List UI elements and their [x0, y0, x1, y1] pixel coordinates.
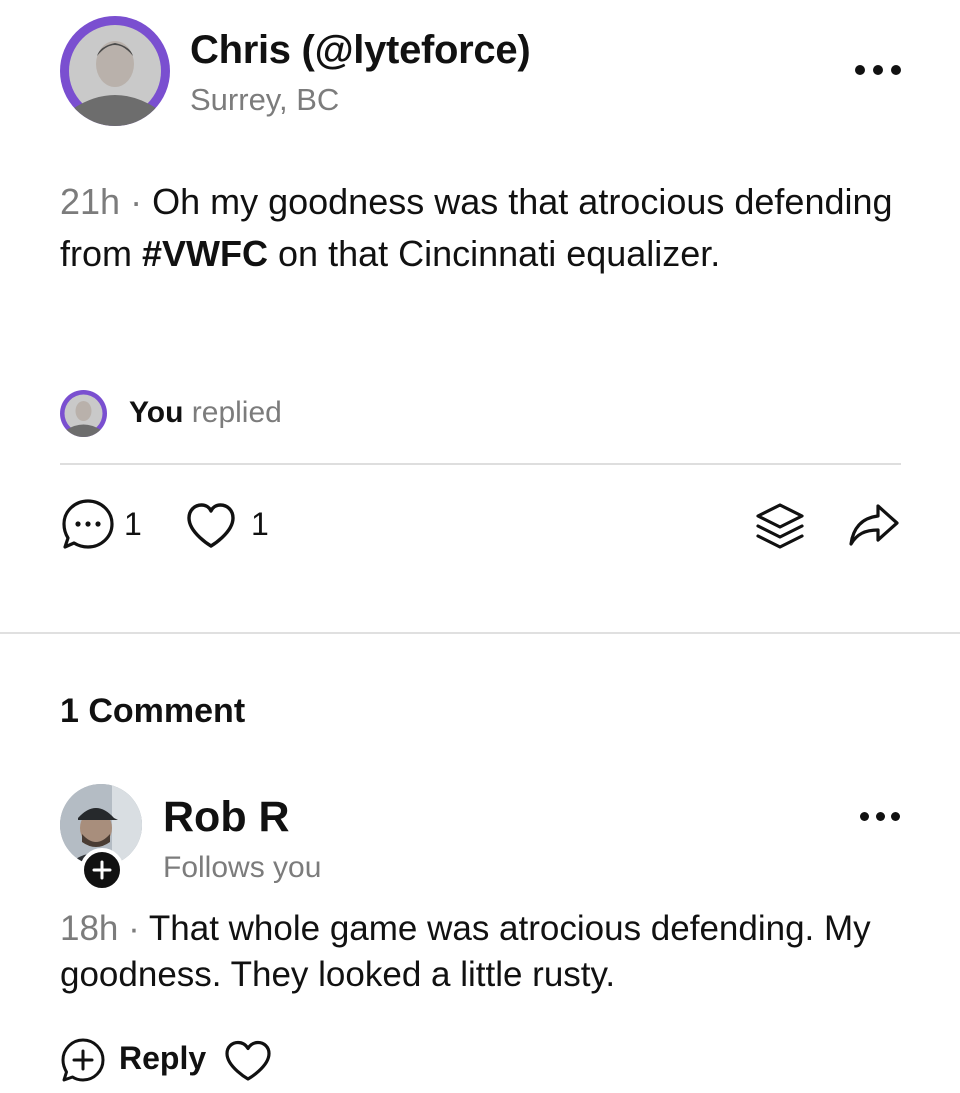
reply-status[interactable]: You replied [129, 396, 282, 430]
share-icon[interactable] [848, 502, 900, 548]
divider [60, 463, 901, 465]
layers-icon[interactable] [754, 500, 806, 552]
comment-icon[interactable] [60, 497, 116, 553]
comment-timestamp: 18h [60, 909, 119, 948]
post-text: 21h · Oh my goodness was that atrocious … [60, 176, 900, 280]
comment-more-icon[interactable] [860, 806, 900, 826]
more-icon[interactable] [855, 60, 901, 80]
comment-text: 18h · That whole game was atrocious defe… [60, 906, 910, 998]
commenter-follow-status: Follows you [163, 851, 322, 884]
reply-status-you: You [129, 396, 184, 429]
follow-button[interactable] [80, 848, 124, 892]
timestamp-separator: · [118, 909, 149, 948]
hashtag-link[interactable]: #VWFC [142, 233, 268, 274]
your-avatar [60, 390, 107, 437]
reply-status-text: replied [183, 396, 282, 429]
post-author-name[interactable]: Chris (@lyteforce) [190, 28, 531, 73]
comment-body-text: That whole game was atrocious defending.… [60, 909, 871, 994]
post-timestamp: 21h [60, 181, 121, 222]
section-divider [0, 632, 960, 634]
commenter-name[interactable]: Rob R [163, 793, 290, 842]
post-text-part: on that Cincinnati equalizer. [268, 233, 721, 274]
author-avatar[interactable] [60, 16, 170, 126]
heart-icon[interactable] [185, 502, 237, 550]
plus-icon [92, 860, 112, 880]
reply-button[interactable]: Reply [119, 1040, 206, 1077]
comment-count: 1 [124, 506, 142, 542]
reply-icon[interactable] [60, 1037, 106, 1083]
comment-heart-icon[interactable] [224, 1040, 272, 1082]
timestamp-separator: · [120, 181, 153, 222]
like-count: 1 [251, 506, 269, 542]
post-author-location: Surrey, BC [190, 82, 340, 117]
comments-heading: 1 Comment [60, 692, 246, 730]
